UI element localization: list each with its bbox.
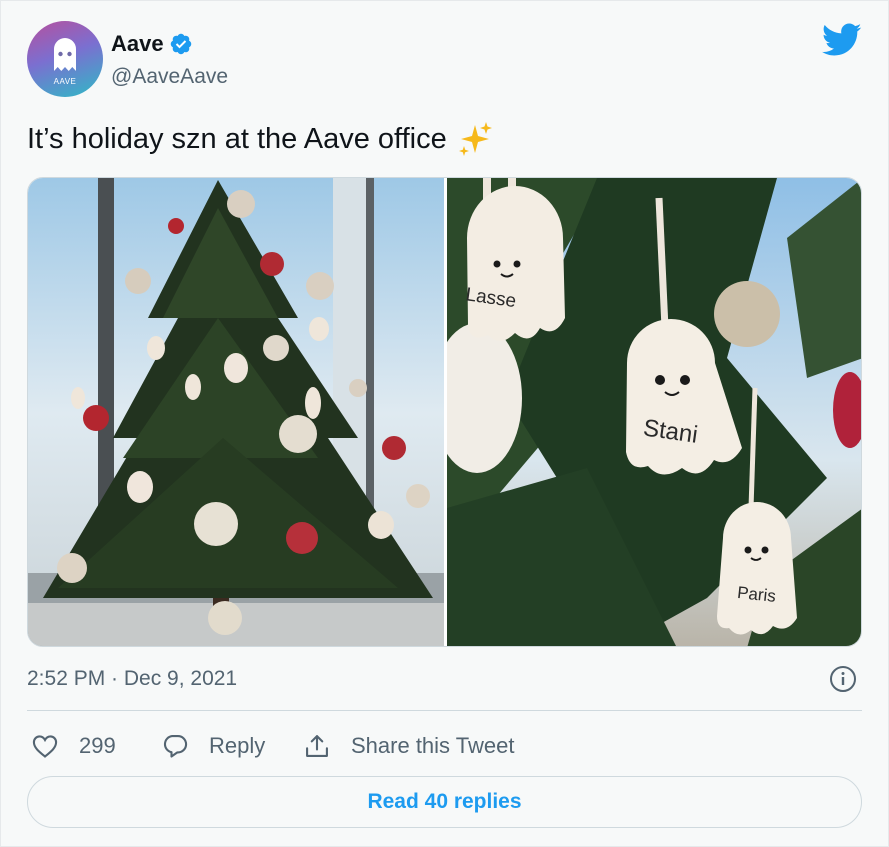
twitter-bird-icon[interactable] <box>822 23 862 57</box>
avatar[interactable]: AAVE <box>27 21 103 97</box>
tweet-text: It’s holiday szn at the Aave office <box>27 119 495 159</box>
read-replies-button[interactable]: Read 40 replies <box>27 776 862 828</box>
author-name[interactable]: Aave <box>111 31 164 57</box>
author-handle[interactable]: @AaveAave <box>111 64 228 90</box>
share-icon <box>306 735 328 757</box>
like-button[interactable]: 299 <box>31 727 116 765</box>
divider <box>27 710 862 711</box>
heart-icon <box>32 735 58 758</box>
tweet-body: It’s holiday szn at the Aave office <box>27 123 447 155</box>
christmas-tree-photo[interactable] <box>28 178 444 647</box>
share-label: Share this Tweet <box>351 733 515 758</box>
tweet-actions: 299 Reply Share this Tweet <box>27 727 862 765</box>
reply-label: Reply <box>209 733 266 758</box>
aave-ghost-logo: AAVE <box>54 38 77 86</box>
ornament-name-paris: Paris <box>736 583 777 606</box>
share-button[interactable]: Share this Tweet <box>303 727 514 765</box>
like-count: 299 <box>79 733 116 758</box>
tweet-timestamp[interactable]: 2:52 PM · Dec 9, 2021 <box>27 665 237 693</box>
tweet-media[interactable]: Lasse Stani Paris <box>27 177 862 647</box>
avatar-text: AAVE <box>54 77 77 86</box>
reply-icon <box>163 735 188 758</box>
sparkles-icon <box>458 122 492 156</box>
info-icon[interactable] <box>829 665 857 693</box>
reply-button[interactable]: Reply <box>161 727 265 765</box>
verified-badge-icon <box>170 33 191 55</box>
author-name-row: Aave <box>111 31 193 57</box>
ornaments-closeup-photo[interactable]: Lasse Stani Paris <box>447 178 862 647</box>
tweet-card: AAVE Aave @AaveAave It’s holiday szn at … <box>0 0 889 847</box>
